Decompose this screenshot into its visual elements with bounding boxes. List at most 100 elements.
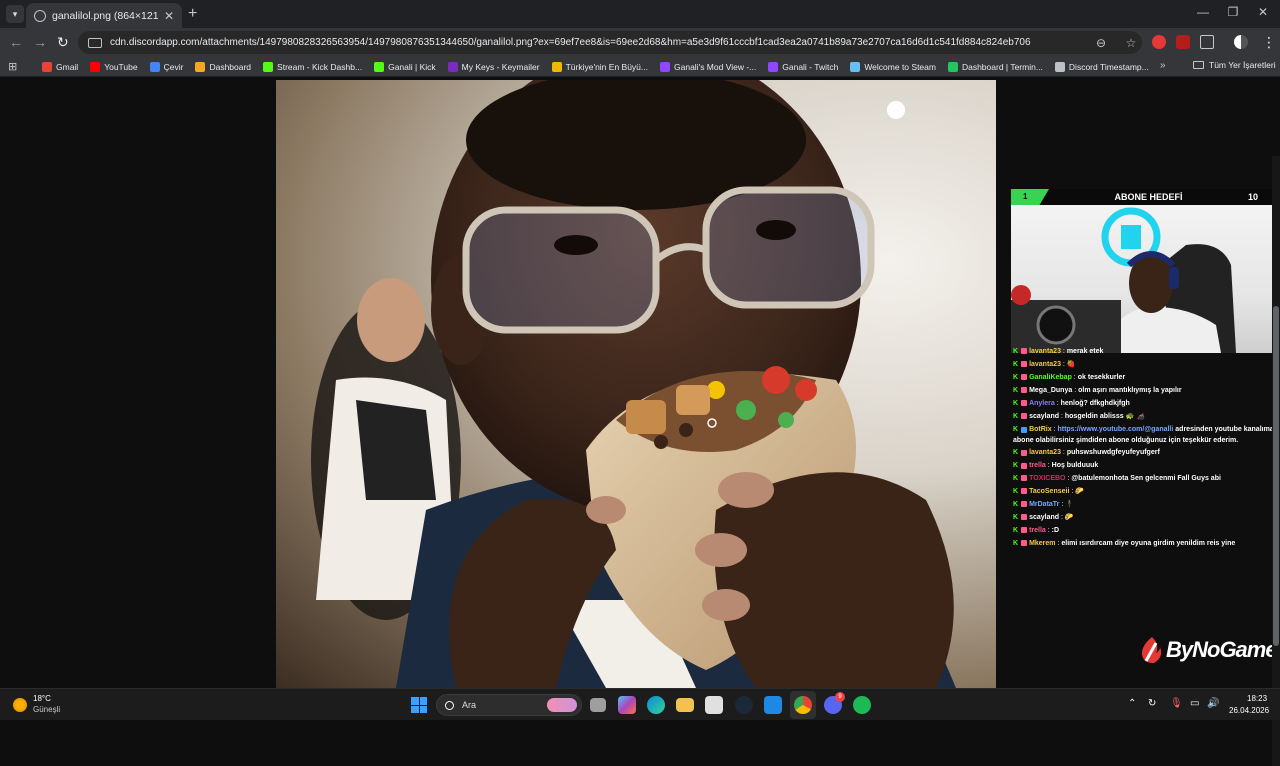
- chat-username[interactable]: scayland: [1029, 413, 1059, 420]
- stream-chat: Klavanta23 : merak etek Klavanta23 : 🍓 K Ga…: [1013, 346, 1275, 551]
- extensions-puzzle-icon[interactable]: [1200, 35, 1214, 49]
- kick-icon: [263, 62, 274, 72]
- browser-toolbar: ← → ↻ cdn.discordapp.com/attachments/149…: [0, 28, 1280, 57]
- windows-taskbar: 18°C Güneşli Ara 9 ⌃ ↻ 🎙 ▭ 🔊 18:23 26.04…: [0, 688, 1280, 720]
- sun-icon[interactable]: [13, 698, 27, 712]
- chat-message: K GanaliKebap : ok tesekkurler: [1013, 372, 1275, 385]
- new-tab-button[interactable]: +: [188, 5, 197, 23]
- clock-time[interactable]: 18:23: [1247, 694, 1267, 703]
- chat-username[interactable]: lavanta23: [1029, 449, 1061, 456]
- chat-username[interactable]: TacoSenseii: [1029, 488, 1069, 495]
- bookmark-item[interactable]: Dashboard: [189, 62, 257, 72]
- url-text[interactable]: cdn.discordapp.com/attachments/149798082…: [110, 37, 1082, 48]
- bookmark-item[interactable]: Welcome to Steam: [844, 62, 942, 72]
- chat-username[interactable]: lavanta23: [1029, 361, 1061, 368]
- bookmark-item[interactable]: Discord Timestamp...: [1049, 62, 1155, 72]
- bynogame-logo: ByNoGame: [1140, 637, 1278, 663]
- site-info-icon[interactable]: [88, 37, 102, 48]
- bookmarks-overflow-icon[interactable]: »: [1160, 60, 1166, 71]
- bookmark-item[interactable]: Ganali | Kick: [368, 62, 442, 72]
- chat-text: henloğ? dfkghdkjfgh: [1060, 399, 1130, 407]
- bookmark-label: Stream - Kick Dashb...: [277, 62, 363, 72]
- chat-username[interactable]: trella: [1029, 462, 1046, 469]
- apps-grid-icon[interactable]: ⊞: [8, 60, 17, 73]
- file-explorer-icon[interactable]: [676, 698, 694, 712]
- tab-search-button[interactable]: ▾: [6, 5, 24, 23]
- bookmark-item[interactable]: My Keys - Keymailer: [442, 62, 546, 72]
- maximize-button[interactable]: ❐: [1218, 5, 1248, 19]
- mail-icon[interactable]: [764, 696, 782, 714]
- microphone-icon[interactable]: 🎙: [1170, 698, 1183, 709]
- bookmark-item[interactable]: Stream - Kick Dashb...: [257, 62, 368, 72]
- chat-username[interactable]: BotRix: [1029, 426, 1052, 433]
- all-bookmarks-folder[interactable]: Tüm Yer İşaretleri: [1193, 60, 1276, 70]
- store-icon[interactable]: [705, 696, 723, 714]
- chat-username[interactable]: lavanta23: [1029, 348, 1061, 355]
- bookmark-label: Dashboard | Termin...: [961, 62, 1043, 72]
- bookmark-item[interactable]: Çevir: [144, 62, 190, 72]
- chat-username[interactable]: TOXICEBO: [1029, 475, 1065, 482]
- reload-button[interactable]: ↻: [57, 34, 69, 51]
- weather-temperature[interactable]: 18°C: [33, 694, 51, 703]
- chat-message: Kscayland : hosgeldin ablisss 🐢 🦽: [1013, 411, 1275, 424]
- address-bar[interactable]: cdn.discordapp.com/attachments/149798082…: [78, 31, 1142, 54]
- man-eating-burrito-photo: [311, 80, 956, 688]
- profile-avatar[interactable]: [1234, 35, 1248, 49]
- clock-date[interactable]: 26.04.2026: [1229, 706, 1269, 715]
- displayed-image[interactable]: [276, 80, 996, 688]
- chat-username[interactable]: MrDataTr: [1029, 501, 1059, 508]
- minimize-button[interactable]: —: [1188, 5, 1218, 19]
- edge-icon[interactable]: [647, 696, 665, 714]
- chat-message: K Mkerem : elimi ısırdırcam diye oyuna gi…: [1013, 538, 1275, 551]
- chat-username[interactable]: scayland: [1029, 514, 1059, 521]
- kick-badge-icon: K: [1013, 412, 1019, 420]
- sync-icon[interactable]: ↻: [1148, 698, 1156, 709]
- bynogame-flame-icon: [1142, 637, 1162, 663]
- bookmark-item[interactable]: Türkiye'nin En Büyü...: [546, 62, 654, 72]
- kick-badge-icon: K: [1013, 539, 1019, 547]
- chat-username[interactable]: trella: [1029, 527, 1046, 534]
- extension-tube-icon[interactable]: [1176, 35, 1190, 49]
- chat-message: K Anylera : henloğ? dfkghdkjfgh: [1013, 398, 1275, 411]
- weather-description[interactable]: Güneşli: [33, 705, 60, 714]
- zoom-icon[interactable]: ⊖: [1090, 36, 1112, 50]
- copilot-icon[interactable]: [618, 696, 636, 714]
- back-button[interactable]: ←: [9, 34, 23, 50]
- scrollbar-thumb[interactable]: [1273, 306, 1279, 646]
- task-view-icon[interactable]: [590, 698, 606, 712]
- bookmark-item[interactable]: Ganali's Mod View -...: [654, 62, 762, 72]
- chat-username[interactable]: Mega_Dunya: [1029, 387, 1072, 394]
- taskbar-search[interactable]: Ara: [436, 694, 582, 716]
- bookmark-label: Çevir: [163, 62, 184, 72]
- close-window-button[interactable]: ✕: [1248, 5, 1278, 19]
- chrome-icon[interactable]: [794, 696, 812, 714]
- extension-red-icon[interactable]: [1152, 35, 1166, 49]
- bookmark-item[interactable]: YouTube: [84, 62, 143, 72]
- chat-username[interactable]: Anylera: [1029, 400, 1055, 407]
- bookmark-item[interactable]: Gmail: [36, 62, 84, 72]
- bookmark-star-icon[interactable]: ☆: [1120, 36, 1142, 50]
- chat-link[interactable]: https://www.youtube.com/@ganalli: [1057, 426, 1173, 433]
- chat-message: K TOXICEBO : @batulemonhota Sen gelcenmi …: [1013, 473, 1275, 486]
- spotify-icon[interactable]: [853, 696, 871, 714]
- chat-username[interactable]: Mkerem: [1029, 540, 1055, 547]
- tray-overflow-icon[interactable]: ⌃: [1128, 698, 1136, 709]
- chat-text: Hoş bulduuuk: [1051, 462, 1099, 470]
- steam-taskbar-icon[interactable]: [735, 696, 753, 714]
- tab-active[interactable]: ganalilol.png (864×1219) ✕: [26, 3, 182, 28]
- forward-button[interactable]: →: [33, 34, 47, 50]
- page-scrollbar[interactable]: [1272, 156, 1280, 766]
- bookmark-item[interactable]: Dashboard | Termin...: [942, 62, 1049, 72]
- chat-username[interactable]: GanaliKebap: [1029, 374, 1072, 381]
- subscriber-badge-icon: [1021, 399, 1028, 406]
- dashboard-icon: [195, 62, 206, 72]
- subscriber-badge-icon: [1021, 514, 1028, 521]
- bookmark-item[interactable]: Ganali - Twitch: [762, 62, 844, 72]
- start-button[interactable]: [411, 697, 427, 713]
- network-icon[interactable]: ▭: [1190, 698, 1199, 709]
- volume-icon[interactable]: 🔊: [1207, 698, 1219, 709]
- chat-message: Ktrella : :D: [1013, 525, 1275, 538]
- menu-kebab-icon[interactable]: ⋮: [1262, 34, 1276, 51]
- chat-message: Klavanta23 : 🍓: [1013, 359, 1275, 372]
- close-tab-icon[interactable]: ✕: [164, 9, 174, 23]
